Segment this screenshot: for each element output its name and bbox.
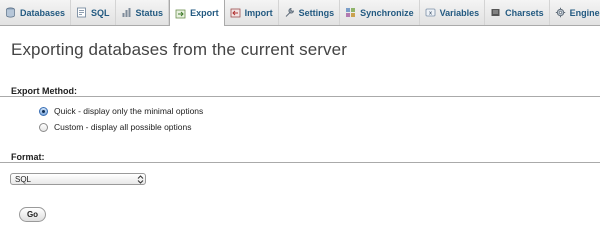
go-button[interactable]: Go — [19, 207, 46, 222]
tab-label: Variables — [439, 7, 480, 18]
tab-export[interactable]: Export — [169, 0, 225, 26]
tab-label: Synchronize — [360, 7, 414, 18]
tab-settings[interactable]: Settings — [279, 0, 341, 25]
radio-option-quick[interactable]: Quick - display only the minimal options — [39, 106, 203, 116]
charsets-icon — [490, 7, 501, 18]
quick-radio[interactable] — [39, 106, 48, 116]
tab-label: Charsets — [505, 7, 544, 18]
tab-synchronize[interactable]: Synchronize — [340, 0, 420, 25]
radio-option-custom[interactable]: Custom - display all possible options — [39, 122, 191, 132]
tab-charsets[interactable]: Charsets — [485, 0, 550, 25]
tab-status[interactable]: Status — [116, 0, 170, 25]
tab-databases[interactable]: Databases — [0, 0, 72, 25]
tab-variables[interactable]: x Variables — [420, 0, 486, 25]
format-divider — [0, 162, 600, 163]
tab-label: Settings — [298, 7, 335, 18]
custom-radio-label[interactable]: Custom - display all possible options — [54, 122, 191, 132]
tab-label: Engines — [569, 7, 600, 18]
tab-label: Databases — [20, 7, 66, 18]
format-legend: Format: — [11, 152, 45, 162]
tab-import[interactable]: Import — [225, 0, 279, 25]
variables-icon: x — [425, 7, 436, 18]
export-method-legend: Export Method: — [11, 86, 77, 96]
database-icon — [5, 7, 16, 18]
engines-icon — [555, 7, 566, 18]
page-title: Exporting databases from the current ser… — [11, 40, 347, 59]
status-icon — [121, 7, 132, 18]
quick-radio-label[interactable]: Quick - display only the minimal options — [54, 106, 203, 116]
wrench-icon — [284, 7, 295, 18]
main-tab-bar: Databases SQL Status Export Import Setti… — [0, 0, 600, 26]
tab-label: SQL — [91, 7, 110, 18]
tab-sql[interactable]: SQL — [71, 0, 116, 25]
export-method-divider — [0, 96, 600, 97]
tab-engines[interactable]: Engines — [550, 0, 600, 25]
select-arrows-icon — [135, 174, 145, 184]
format-select[interactable]: SQL — [10, 173, 146, 185]
format-select-value: SQL — [15, 174, 32, 184]
tab-label: Status — [135, 7, 164, 18]
tab-label: Import — [244, 7, 273, 18]
tab-label: Export — [190, 8, 219, 18]
sql-query-icon — [76, 7, 87, 18]
synchronize-icon — [345, 7, 356, 18]
custom-radio[interactable] — [39, 122, 48, 132]
export-icon — [175, 8, 186, 19]
import-icon — [230, 7, 241, 18]
